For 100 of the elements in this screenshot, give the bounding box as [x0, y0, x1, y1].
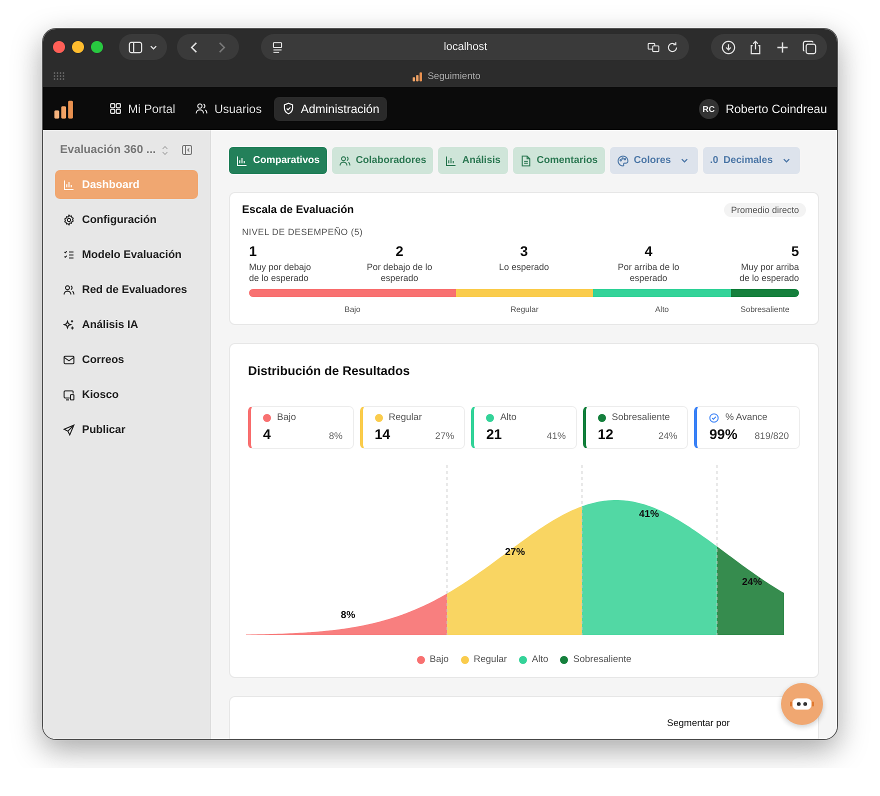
percent-label: 41% [639, 509, 659, 520]
bar-chart-icon [63, 178, 75, 190]
chevron-down-icon [680, 156, 689, 165]
level-description: Muy por arriba de lo esperado [738, 262, 799, 284]
nav-item[interactable]: Usuarios [187, 96, 270, 120]
status-dot [598, 414, 606, 422]
stat-value: 21 [486, 426, 502, 442]
status-dot [263, 414, 271, 422]
stat-percent: 27% [435, 431, 454, 442]
stat-label: Sobresaliente [612, 412, 670, 423]
tab-overview-icon[interactable] [53, 72, 65, 80]
stat-value: 14 [374, 426, 390, 442]
sidebar-icon [128, 40, 143, 54]
maximize-button[interactable] [91, 41, 103, 53]
stat-percent: 8% [328, 431, 343, 442]
percent-label: 27% [505, 547, 525, 558]
check-circle-icon [709, 412, 720, 422]
level-description: Lo esperado [498, 262, 550, 273]
stat-percent: 819/820 [754, 431, 789, 442]
download-icon[interactable] [721, 40, 736, 54]
close-button[interactable] [53, 41, 65, 53]
band-label: Regular [510, 305, 538, 314]
percent-label: 8% [340, 610, 356, 621]
sidebar-item[interactable]: Modelo Evaluación [55, 240, 198, 269]
users-icon [63, 284, 75, 296]
level-description: Por debajo de lo esperado [366, 262, 434, 284]
bar-chart-logo-icon [412, 70, 423, 82]
stat-percent: 24% [658, 431, 678, 442]
segment-label: Segmentar por [667, 718, 730, 729]
shield-icon [282, 102, 295, 115]
collapse-sidebar-icon[interactable] [181, 144, 193, 156]
bar-chart-icon [445, 154, 458, 166]
chevron-down-icon [782, 156, 791, 165]
level-number: 4 [644, 243, 654, 259]
level-number: 2 [394, 243, 404, 259]
legend-label: Bajo [430, 654, 449, 665]
settings-icon [63, 214, 75, 226]
sidebar-item[interactable]: Publicar [55, 415, 198, 444]
user-name[interactable]: Roberto Coindreau [726, 102, 827, 116]
project-selector[interactable]: Evaluación 360 ... [60, 144, 161, 156]
stat-value: 99% [709, 426, 738, 442]
address-bar[interactable]: localhost [261, 34, 689, 60]
palette-icon [616, 154, 629, 166]
chat-assistant-button[interactable] [781, 683, 823, 725]
sparkle-icon [63, 318, 75, 330]
chevron-down-icon [149, 42, 158, 52]
sidebar-item[interactable]: Kiosco [55, 380, 198, 409]
level-description: Por arriba de lo esperado [616, 262, 680, 284]
sidebar-item[interactable]: Análisis IA [55, 310, 198, 339]
page-icon [271, 40, 284, 54]
stat-label: Regular [388, 412, 422, 423]
bar-chart-icon [236, 154, 248, 166]
stat-value: 4 [263, 426, 271, 442]
minimize-button[interactable] [72, 41, 84, 53]
tab[interactable]: Comentarios [512, 147, 605, 174]
nav-item[interactable]: Administración [274, 96, 388, 120]
share-icon[interactable] [748, 40, 763, 54]
band-label: Alto [655, 305, 669, 314]
devices-icon [63, 388, 75, 400]
mail-icon [63, 354, 75, 366]
address-text: localhost [442, 41, 488, 53]
browser-tab[interactable]: Seguimiento [65, 70, 827, 82]
level-number: 3 [519, 243, 529, 259]
stat-value: 12 [598, 426, 614, 442]
level-number: 1 [249, 243, 258, 259]
grid-icon [109, 102, 122, 115]
plus-icon[interactable] [775, 40, 790, 54]
stat-label: Bajo [277, 412, 296, 423]
tab[interactable]: Colaboradores [332, 147, 434, 174]
card-title: Distribución de Resultados [248, 364, 411, 378]
nav-item[interactable]: Mi Portal [101, 96, 184, 120]
dropdown-button[interactable]: .0 Decimales [702, 147, 800, 174]
card-title: Escala de Evaluación [242, 204, 354, 216]
level-description: Muy por debajo de lo esperado [249, 262, 312, 284]
checklist-icon [63, 248, 75, 260]
dropdown-button[interactable]: Colores [610, 147, 698, 174]
reload-icon[interactable] [666, 40, 679, 54]
tabs-icon[interactable] [802, 40, 817, 54]
users-icon [195, 102, 208, 115]
mode-badge: Promedio directo [724, 203, 806, 217]
status-dot [374, 414, 383, 422]
stat-label: % Avance [725, 412, 768, 423]
send-icon [63, 424, 75, 436]
legend-label: Sobresaliente [573, 654, 632, 665]
document-icon [520, 154, 532, 166]
user-avatar[interactable]: RC [698, 98, 719, 118]
stat-label: Alto [500, 412, 517, 423]
tab[interactable]: Comparativos [229, 147, 327, 174]
legend-label: Alto [532, 654, 548, 665]
band-label: Sobresaliente [740, 305, 790, 314]
stat-percent: 41% [546, 431, 566, 442]
robot-face-icon [790, 696, 814, 712]
sidebar-item[interactable]: Red de Evaluadores [55, 275, 198, 304]
sidebar-item[interactable]: Configuración [55, 205, 198, 234]
level-number: 5 [790, 243, 799, 259]
tab[interactable]: Análisis [438, 147, 508, 174]
sidebar-toggle-button[interactable] [119, 34, 167, 60]
translate-icon[interactable] [647, 40, 660, 54]
sidebar-item[interactable]: Correos [55, 345, 198, 374]
users-icon [338, 154, 351, 166]
